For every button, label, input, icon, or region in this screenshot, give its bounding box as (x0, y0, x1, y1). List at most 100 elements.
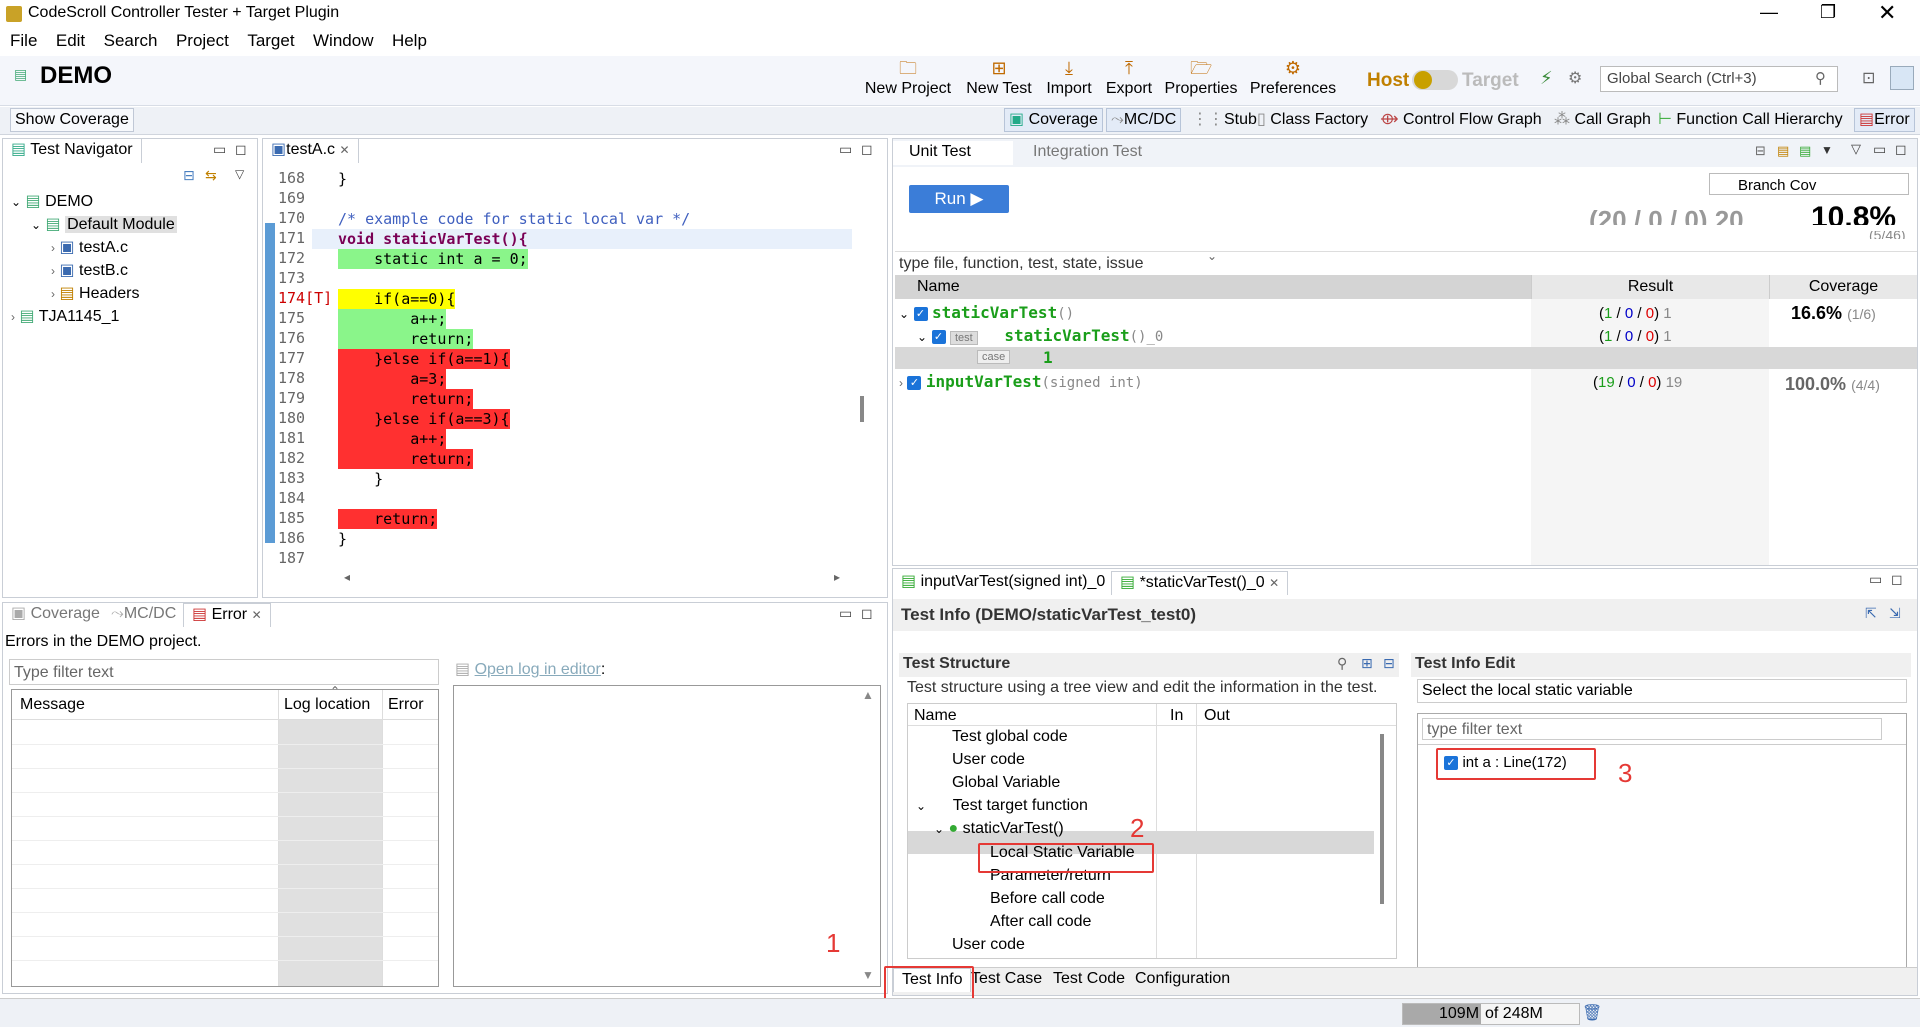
tree-item-demo[interactable]: ⌄ ▤ DEMO (11, 191, 93, 211)
variable-filter-input[interactable]: type filter text (1422, 718, 1882, 740)
tab-test-case[interactable]: Test Case (963, 968, 1050, 992)
control-flow-graph-view-button[interactable]: ⟴ Control Flow Graph (1380, 109, 1542, 129)
collapse-icon[interactable]: ⊟ (1755, 143, 1766, 159)
maximize-panel-icon[interactable]: ◻ (235, 141, 247, 158)
code-line[interactable]: }else if(a==1){ (338, 349, 510, 369)
tree-item-after-call-code[interactable]: After call code (990, 913, 1091, 931)
code-line[interactable]: a=3; (338, 369, 447, 389)
tree-item-user-code-2[interactable]: User code (952, 936, 1025, 954)
tree-item-test-target-function[interactable]: ⌄ Test target function (916, 797, 1088, 815)
code-line[interactable]: return; (338, 389, 474, 409)
close-tab-icon[interactable]: ✕ (252, 608, 262, 622)
editor-horizontal-scrollbar[interactable]: ◂ ▸ (344, 570, 844, 585)
scroll-right-icon[interactable]: ▸ (834, 570, 840, 584)
tab-inputvartest-0[interactable]: ▤ inputVarTest(signed int)_0 (893, 571, 1113, 595)
dropdown-icon[interactable]: ▼ (1821, 143, 1833, 157)
close-icon[interactable]: ✕ (1878, 0, 1896, 26)
unit-test-filter-input[interactable]: type file, function, test, state, issue (895, 251, 1917, 275)
garbage-collect-icon[interactable]: 🗑 (1582, 1003, 1602, 1023)
show-coverage-button[interactable]: Show Coverage (10, 108, 134, 132)
open-perspective-icon[interactable]: ⊡ (1862, 68, 1875, 88)
code-area[interactable]: 168} 169 170 /* example code for static loc… (262, 165, 852, 567)
new-project-button[interactable]: 🗀 New Project (862, 58, 954, 98)
menu-project[interactable]: Project (176, 30, 229, 52)
new-test-button[interactable]: ⊞ New Test (962, 58, 1036, 98)
branch-coverage-select[interactable]: Branch Cov (1709, 173, 1909, 195)
column-header-name[interactable]: Name (895, 275, 1531, 299)
column-header-coverage[interactable]: Coverage (1769, 275, 1917, 299)
view-menu-icon[interactable]: ▽ (235, 167, 244, 181)
tab-error[interactable]: ▤ Error ✕ (183, 603, 271, 627)
collapse-all-icon[interactable]: ⊟ (1383, 655, 1395, 672)
tab-mcdc[interactable]: ⤳MC/DC (103, 603, 184, 627)
function-call-hierarchy-view-button[interactable]: ⊢ Function Call Hierarchy (1658, 109, 1843, 129)
editor-tab-testa[interactable]: ▣testA.c ✕ (263, 139, 359, 163)
editor-vertical-scrollbar[interactable] (860, 396, 864, 422)
code-line[interactable]: }else if(a==3){ (338, 409, 510, 429)
column-header-in[interactable]: In (1170, 707, 1183, 725)
minimize-panel-icon[interactable]: ▭ (213, 141, 226, 158)
tab-coverage[interactable]: ▣ Coverage (3, 603, 108, 627)
stub-view-button[interactable]: ⋮⋮Stub (1192, 109, 1257, 129)
minimize-panel-icon[interactable]: ▽ (1851, 141, 1861, 157)
error-filter-input[interactable]: Type filter text (9, 659, 439, 685)
maximize-panel-icon[interactable]: ◻ (1895, 141, 1907, 158)
tab-integration-test[interactable]: Integration Test (1025, 141, 1150, 165)
minimize-panel-icon[interactable]: ▭ (839, 605, 852, 622)
code-line[interactable]: if(a==0){ (338, 289, 456, 309)
call-graph-view-button[interactable]: ⁂ Call Graph (1554, 109, 1651, 129)
tree-item-before-call-code[interactable]: Before call code (990, 890, 1105, 908)
column-header-result[interactable]: Result (1531, 275, 1769, 299)
menu-window[interactable]: Window (313, 30, 373, 52)
run-button[interactable]: Run ▶ (909, 185, 1009, 213)
tree-item-test-global-code[interactable]: Test global code (952, 728, 1068, 746)
code-line[interactable]: /* example code for static local var */ (338, 209, 690, 229)
minimize-panel-icon[interactable]: ▭ (839, 141, 852, 158)
close-tab-icon[interactable]: ✕ (339, 143, 349, 157)
perspective-icon[interactable] (1890, 66, 1914, 90)
tree-item-headers[interactable]: › ▤ Headers (51, 283, 140, 303)
properties-button[interactable]: 🗁 Properties (1160, 58, 1242, 98)
export-button[interactable]: ⤒ Export (1100, 58, 1158, 98)
export-icon[interactable]: ⇱ (1865, 605, 1877, 622)
test-row-case-1[interactable]: case 1 (895, 347, 1917, 369)
test-navigator-tab[interactable]: ▤ Test Navigator (3, 139, 142, 163)
checkbox-checked[interactable]: ✓ (913, 306, 928, 321)
settings-icon[interactable]: ⚙ (1568, 68, 1582, 88)
maximize-panel-icon[interactable]: ◻ (861, 605, 873, 622)
host-target-toggle[interactable] (1412, 70, 1458, 90)
import-icon[interactable]: ⇲ (1889, 605, 1901, 622)
code-line[interactable]: } (338, 529, 347, 549)
close-tab-icon[interactable]: ✕ (1269, 576, 1279, 590)
tree-item-global-variable[interactable]: Global Variable (952, 774, 1060, 792)
link-editor-icon[interactable]: ⇆ (205, 167, 217, 184)
code-line[interactable]: return; (338, 449, 474, 469)
menu-file[interactable]: File (10, 30, 37, 52)
code-line[interactable]: } (338, 469, 383, 489)
maximize-panel-icon[interactable]: ◻ (861, 141, 873, 158)
tree-item-tja1145[interactable]: › ▤ TJA1145_1 (11, 306, 119, 326)
checkbox-checked[interactable]: ✓ (931, 329, 946, 344)
add-test-icon[interactable]: ▤ (1799, 143, 1811, 159)
tab-unit-test[interactable]: Unit Test (893, 141, 1013, 165)
menu-edit[interactable]: Edit (56, 30, 85, 52)
tree-item-testb[interactable]: › ▣ testB.c (51, 260, 128, 280)
class-factory-view-button[interactable]: ▯ Class Factory (1257, 109, 1368, 129)
column-header-message[interactable]: Message (20, 696, 85, 714)
connect-icon[interactable]: ⚡ (1540, 68, 1553, 89)
tab-configuration[interactable]: Configuration (1127, 968, 1238, 992)
menu-target[interactable]: Target (247, 30, 294, 52)
code-line[interactable]: void staticVarTest(){ (338, 229, 528, 249)
scroll-down-icon[interactable]: ▼ (862, 968, 874, 982)
memory-indicator[interactable]: 109M of 248M (1402, 1003, 1580, 1025)
mcdc-view-button[interactable]: ⤳MC/DC (1106, 108, 1182, 132)
minimize-icon[interactable]: — (1760, 2, 1778, 23)
minimize-panel-icon[interactable]: ▭ (1869, 571, 1882, 588)
maximize-icon[interactable]: ❐ (1820, 2, 1836, 23)
code-line[interactable]: static int a = 0; (338, 249, 528, 269)
menu-help[interactable]: Help (392, 30, 427, 52)
tab-test-code[interactable]: Test Code (1045, 968, 1133, 992)
menu-search[interactable]: Search (104, 30, 158, 52)
code-line[interactable]: return; (338, 329, 474, 349)
test-row-inputvartest[interactable]: › ✓ inputVarTest(signed int) (899, 372, 1143, 392)
